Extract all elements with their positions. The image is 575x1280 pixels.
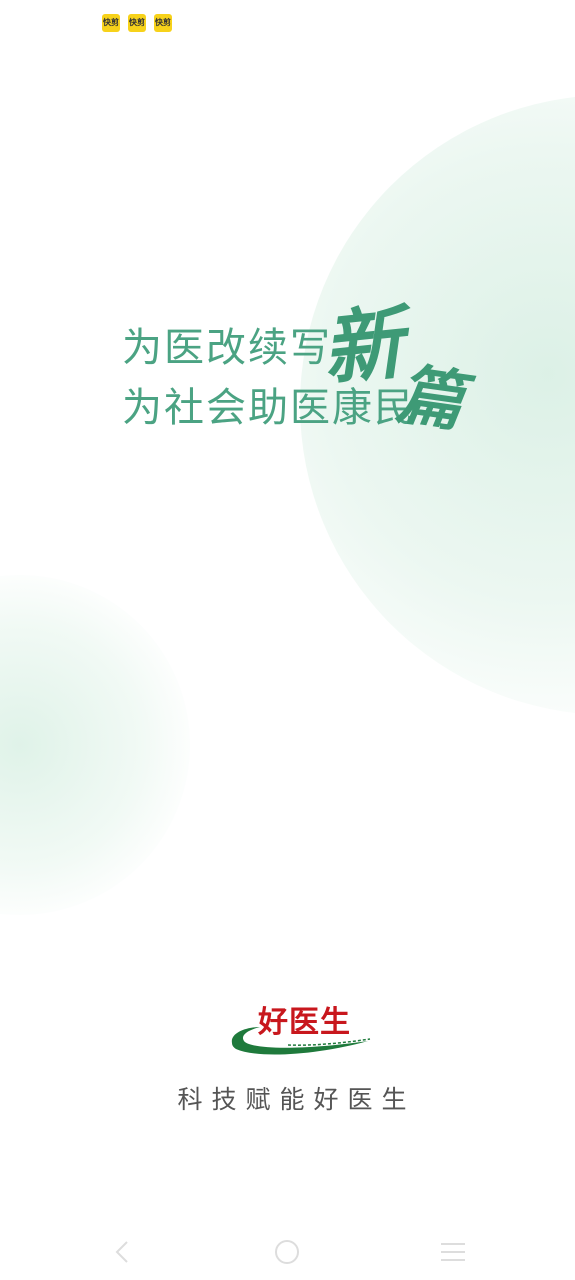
app-notification-icon: 快剪 <box>154 14 172 32</box>
back-icon[interactable] <box>105 1235 139 1269</box>
tagline: 科技赋能好医生 <box>177 1085 416 1114</box>
splash-screen: 快剪 快剪 快剪 为医改续写 为社会助医康民 新 篇 好医生 科技赋能好医生 <box>0 0 575 1280</box>
decorative-circle <box>0 575 190 915</box>
app-notification-icon: 快剪 <box>128 14 146 32</box>
home-icon[interactable] <box>270 1235 304 1269</box>
app-notification-icon: 快剪 <box>102 14 120 32</box>
system-nav-bar <box>0 1225 575 1280</box>
logo-text: 好医生 <box>258 1005 351 1040</box>
calligraphy-character: 篇 <box>392 354 469 442</box>
brand-logo: 好医生 <box>228 997 373 1055</box>
status-bar-notifications: 快剪 快剪 快剪 <box>102 14 172 32</box>
menu-icon[interactable] <box>436 1235 470 1269</box>
calligraphy-character: 新 <box>317 295 408 397</box>
